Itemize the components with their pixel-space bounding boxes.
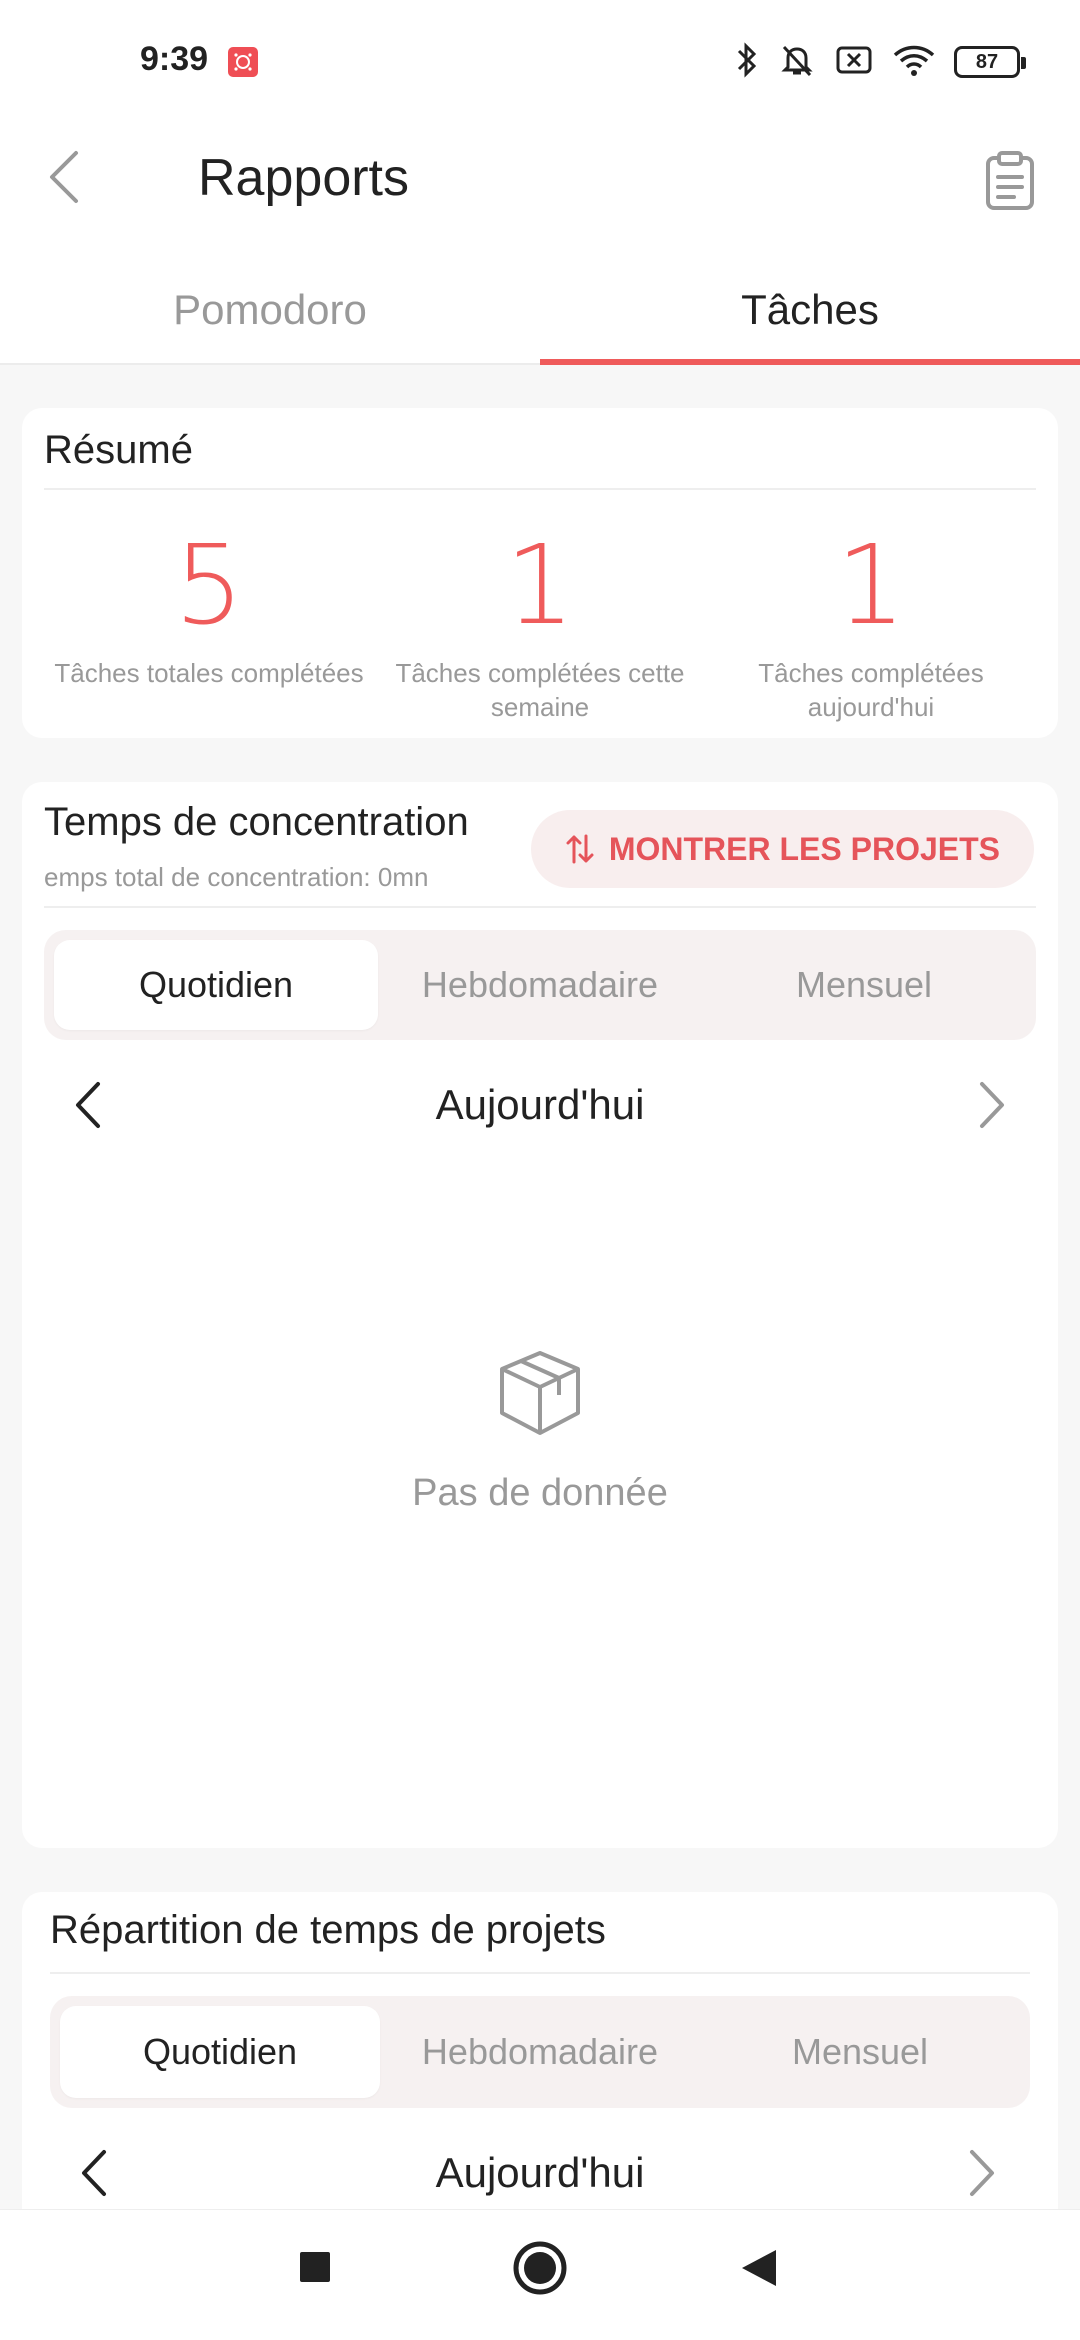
triangle-back-icon: [742, 2250, 776, 2286]
back-nav-button[interactable]: [740, 2248, 778, 2293]
tab-taches[interactable]: Tâches: [540, 270, 1080, 365]
segment-monthly[interactable]: Mensuel: [700, 2006, 1020, 2098]
tab-pomodoro[interactable]: Pomodoro: [0, 270, 540, 363]
wifi-icon: [892, 41, 936, 84]
distribution-divider: [50, 1972, 1030, 1974]
focus-subtitle: emps total de concentration: 0mn: [44, 862, 429, 892]
summary-item-week: 1 Tâches complétées cette semaine: [375, 530, 705, 724]
page-title: Rapports: [198, 149, 409, 207]
recent-apps-button[interactable]: [298, 2250, 332, 2289]
summary-item-today: 1 Tâches complétées aujourd'hui: [706, 530, 1036, 724]
summary-label: Tâches complétées aujourd'hui: [758, 658, 984, 722]
segment-weekly[interactable]: Hebdomadaire: [378, 940, 702, 1030]
distribution-title: Répartition de temps de projets: [50, 1908, 606, 1952]
silent-bell-icon: [778, 41, 816, 84]
empty-box-icon: [494, 1347, 586, 1444]
show-projects-label: MONTRER LES PROJETS: [608, 830, 1000, 867]
segment-monthly[interactable]: Mensuel: [702, 940, 1026, 1030]
next-period-button[interactable]: [960, 1070, 1020, 1140]
focus-date-nav: Aujourd'hui: [22, 1070, 1058, 1140]
distribution-date-nav: Aujourd'hui: [22, 2138, 1058, 2208]
focus-time-card: Temps de concentration emps total de con…: [22, 782, 1058, 1848]
summary-item-total: 5 Tâches totales complétées: [44, 530, 374, 690]
segment-weekly[interactable]: Hebdomadaire: [380, 2006, 700, 2098]
battery-indicator: 87: [954, 46, 1026, 78]
summary-label: Tâches totales complétées: [54, 658, 364, 688]
distribution-period-label: Aujourd'hui: [435, 2149, 645, 2196]
sort-icon: [566, 834, 594, 864]
app-notification-icon: [228, 47, 258, 77]
summary-title: Résumé: [44, 428, 193, 472]
tab-bar: Pomodoro Tâches: [0, 270, 1080, 365]
sim-off-icon: [834, 41, 874, 84]
distribution-period-segment: Quotidien Hebdomadaire Mensuel: [50, 1996, 1030, 2108]
clipboard-icon: [986, 151, 1034, 210]
square-icon: [300, 2252, 330, 2282]
empty-state-text: Pas de donnée: [412, 1472, 668, 1514]
focus-period-label: Aujourd'hui: [435, 1081, 645, 1128]
summary-card: Résumé 5 Tâches totales complétées 1 Tâc…: [22, 408, 1058, 738]
status-icons: 87: [734, 40, 1026, 84]
summary-value: 5: [174, 521, 244, 649]
next-period-button[interactable]: [950, 2138, 1010, 2208]
summary-value: 1: [836, 521, 906, 649]
system-nav-bar: [0, 2209, 1080, 2340]
focus-period-segment: Quotidien Hebdomadaire Mensuel: [44, 930, 1036, 1040]
show-projects-button[interactable]: MONTRER LES PROJETS: [530, 810, 1034, 888]
clipboard-report-button[interactable]: [982, 148, 1038, 212]
summary-value: 1: [505, 521, 575, 649]
back-button[interactable]: [40, 145, 90, 209]
focus-title: Temps de concentration: [44, 800, 469, 844]
segment-daily[interactable]: Quotidien: [54, 940, 378, 1030]
summary-label: Tâches complétées cette semaine: [395, 658, 685, 722]
circle-icon: [513, 2241, 567, 2295]
bluetooth-icon: [734, 41, 760, 84]
summary-divider: [44, 488, 1036, 490]
segment-daily[interactable]: Quotidien: [60, 2006, 380, 2098]
focus-divider: [44, 906, 1036, 908]
home-button[interactable]: [512, 2240, 568, 2301]
status-time: 9:39: [140, 40, 209, 78]
